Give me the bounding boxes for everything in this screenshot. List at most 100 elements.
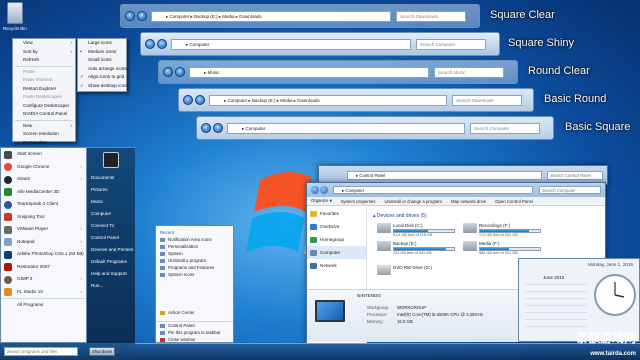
computer-icon [315,300,345,322]
menu-item-large-icons[interactable]: Large icons [78,39,126,48]
back-button[interactable]: ‹ [201,123,211,133]
open-control-panel-button[interactable]: Open Control Panel [495,199,533,204]
back-button[interactable]: ‹ [145,39,155,49]
start-place[interactable]: Default Programs [87,256,135,268]
jump-item[interactable]: Uninstall a program [156,257,233,264]
jump-item[interactable]: System [156,250,233,257]
nav-homegroup[interactable]: Homegroup [307,233,366,246]
menu-item-personalize[interactable]: Personalize [13,139,75,148]
start-item[interactable]: Notepad › [1,236,86,249]
menu-item-sort-by[interactable]: Sort by › [13,48,75,57]
search-input[interactable]: Search Computer [416,39,486,50]
jump-item[interactable]: Notification Area Icons [156,236,233,243]
search-input[interactable]: Search Downloads [452,95,522,106]
start-item[interactable]: Restorator 2007 [1,261,86,274]
forward-button[interactable] [320,186,328,194]
search-input[interactable]: Search Downloads [396,11,466,22]
start-place[interactable]: Control Panel [87,232,135,244]
search-input[interactable]: Search Control Panel [547,171,603,180]
nav-favorites[interactable]: Favorites [307,207,366,220]
menu-item-refresh[interactable]: Refresh [13,56,75,65]
menu-item-small-icons[interactable]: Small icons [78,56,126,65]
start-search-input[interactable]: Search programs and files [4,347,78,356]
drive-media[interactable]: Media (F:) 485 GB free of 931 GB [463,241,541,255]
menu-item-medium-icons[interactable]: • Medium icons [78,48,126,57]
menu-item-view[interactable]: View › [13,39,75,48]
menu-item-restart-explorer[interactable]: Restart Explorer [13,85,75,94]
nav-onedrive[interactable]: OneDrive [307,220,366,233]
watermark: 泰额游戏网 [575,331,636,345]
back-button[interactable] [311,186,319,194]
start-item[interactable]: TeamSpeak 3 Client [1,198,86,211]
menu-item-align-grid[interactable]: ✓ Align icons to grid [78,73,126,82]
start-item[interactable]: Snipping Tool [1,211,86,224]
forward-button[interactable]: › [213,123,223,133]
start-place[interactable]: Computer [87,208,135,220]
back-button[interactable]: ‹ [183,95,193,105]
organize-button[interactable]: Organize ▾ [311,198,332,204]
address-bar[interactable]: ▸ Computer ▸ Backup (E:) ▸ Media ▸ Downl… [209,95,447,106]
drive-dvd[interactable]: DVD RW Drive (G:) [377,265,432,275]
menu-item-screen-resolution[interactable]: Screen resolution [13,130,75,139]
start-item[interactable]: VMware Player › [1,223,86,236]
jump-item[interactable]: Control Panel [156,322,233,329]
forward-button[interactable]: › [195,95,205,105]
start-item[interactable]: Adobe Photoshop CS5.1 (64 Bit) › [1,248,86,261]
map-drive-button[interactable]: Map network drive [451,199,486,204]
menu-item-nvidia[interactable]: NVIDIA Control Panel [13,110,75,119]
start-item[interactable]: Alle MediaCenter 3D [1,186,86,199]
jump-item[interactable]: Pin this program to taskbar [156,329,233,336]
start-place[interactable]: Pictures [87,184,135,196]
start-item[interactable]: Steam › [1,173,86,186]
menu-item-auto-arrange[interactable]: Auto arrange icons [78,65,127,74]
forward-button[interactable]: › [137,11,147,21]
jump-item[interactable]: Personalization [156,243,233,250]
start-item[interactable]: FL Studio 10 › [1,286,86,299]
menu-item-configure-deskscaper[interactable]: Configure DeskScaper [13,102,75,111]
start-place[interactable]: Devices and Printers [87,244,135,256]
computer-name: NINTENDO [357,293,381,298]
search-input[interactable]: Search Music [434,67,504,78]
start-item[interactable]: Start screen [1,148,86,161]
drive-backup[interactable]: Backup (E:) 123 GB free of 931 GB [377,241,455,255]
address-bar[interactable]: ▸ Music [189,67,429,78]
back-button[interactable]: ‹ [125,11,135,21]
address-bar[interactable]: ▸ Computer [333,186,533,194]
calendar-date[interactable]: Monday, June 1, 2015 [588,262,633,267]
calendar-grid[interactable] [525,283,587,333]
menu-item-new[interactable]: New › [13,122,75,131]
shutdown-button[interactable]: Shut down [89,347,115,356]
search-input[interactable]: Search Computer [470,123,540,134]
start-place[interactable]: Help and Support [87,268,135,280]
nav-computer[interactable]: Computer [307,246,366,259]
calendar-month[interactable]: June 2015 [543,275,564,280]
drive-c[interactable]: Local Disk (C:) 51.6 GB free of 118 GB [377,223,455,237]
start-place[interactable]: Connect To [87,220,135,232]
drive-recordings[interactable]: Recordings (F:) 179 GB free of 931 GB [463,223,541,237]
menu-item-show-desktop-icons[interactable]: ✓ Show desktop icons [78,82,129,91]
search-input[interactable]: Search Computer [539,186,601,194]
system-properties-button[interactable]: System properties [341,199,376,204]
user-picture[interactable] [103,152,119,168]
nav-network[interactable]: Network [307,259,366,272]
start-place[interactable]: Documents [87,172,135,184]
address-bar[interactable]: ▸ Computer [171,39,411,50]
start-place[interactable]: Music [87,196,135,208]
uninstall-button[interactable]: Uninstall or change a program [384,199,442,204]
recycle-bin-icon[interactable] [7,2,23,24]
start-item[interactable]: GIMP 2 › [1,273,86,286]
jump-item[interactable]: Action Center [156,309,233,316]
forward-button[interactable]: › [175,67,185,77]
jump-item[interactable]: System Icons [156,271,233,278]
start-item[interactable]: Google Chrome › [1,161,86,174]
back-button[interactable]: ‹ [163,67,173,77]
address-bar[interactable]: ▸ Control Panel [347,171,542,180]
forward-button[interactable]: › [157,39,167,49]
all-programs[interactable]: All Programs [1,298,86,311]
address-bar[interactable]: ▸ Computer ▸ Backup (E:) ▸ Media ▸ Downl… [151,11,391,22]
square-clear-bar: ‹ › ▸ Computer ▸ Backup (E:) ▸ Media ▸ Do… [120,4,480,28]
address-bar[interactable]: ▸ Computer [227,123,465,134]
start-place[interactable]: Run... [87,280,135,292]
jump-item[interactable]: Programs and Features [156,264,233,271]
jump-item[interactable]: Close window [156,336,233,343]
